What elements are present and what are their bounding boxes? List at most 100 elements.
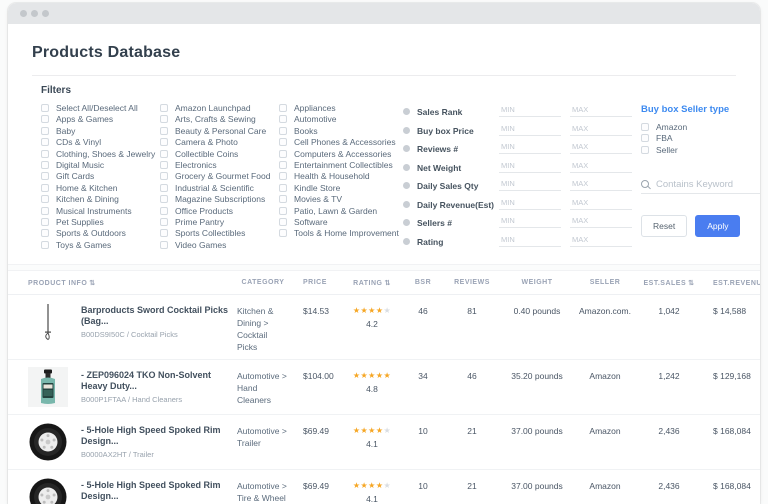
category-filter-item[interactable]: Grocery & Gourmet Food bbox=[160, 172, 279, 180]
info-icon[interactable] bbox=[403, 127, 410, 134]
category-filter-item[interactable]: Baby bbox=[41, 127, 160, 135]
keyword-input[interactable] bbox=[656, 179, 756, 190]
category-filter-item[interactable]: Software bbox=[279, 218, 403, 226]
checkbox[interactable] bbox=[641, 134, 649, 142]
category-filter-item[interactable]: Apps & Games bbox=[41, 115, 160, 123]
table-row[interactable]: - ZEP096024 TKO Non-Solvent Heavy Duty..… bbox=[8, 360, 760, 415]
max-input[interactable] bbox=[570, 142, 632, 154]
category-filter-item[interactable]: Amazon Launchpad bbox=[160, 104, 279, 112]
checkbox[interactable] bbox=[160, 172, 168, 180]
min-input[interactable] bbox=[499, 142, 561, 154]
checkbox[interactable] bbox=[41, 172, 49, 180]
info-icon[interactable] bbox=[403, 145, 410, 152]
max-input[interactable] bbox=[570, 161, 632, 173]
info-icon[interactable] bbox=[403, 219, 410, 226]
checkbox[interactable] bbox=[41, 184, 49, 192]
category-filter-item[interactable]: Arts, Crafts & Sewing bbox=[160, 115, 279, 123]
checkbox[interactable] bbox=[41, 195, 49, 203]
min-input[interactable] bbox=[499, 198, 561, 210]
checkbox[interactable] bbox=[279, 127, 287, 135]
checkbox[interactable] bbox=[41, 218, 49, 226]
info-icon[interactable] bbox=[403, 238, 410, 245]
category-filter-item[interactable]: Appliances bbox=[279, 104, 403, 112]
checkbox[interactable] bbox=[41, 138, 49, 146]
checkbox[interactable] bbox=[41, 207, 49, 215]
window-close-icon[interactable] bbox=[20, 10, 27, 17]
product-title[interactable]: - 5-Hole High Speed Spoked Rim Design... bbox=[81, 480, 233, 502]
product-title[interactable]: Barproducts Sword Cocktail Picks (Bag... bbox=[81, 305, 233, 327]
checkbox[interactable] bbox=[160, 218, 168, 226]
category-filter-item[interactable]: Sports & Outdoors bbox=[41, 229, 160, 237]
category-filter-item[interactable]: Clothing, Shoes & Jewelry bbox=[41, 150, 160, 158]
category-filter-item[interactable]: Patio, Lawn & Garden bbox=[279, 207, 403, 215]
seller-type-seller[interactable]: Seller bbox=[641, 146, 760, 154]
category-filter-item[interactable]: Video Games bbox=[160, 241, 279, 249]
checkbox[interactable] bbox=[41, 241, 49, 249]
category-filter-item[interactable]: Sports Collectibles bbox=[160, 229, 279, 237]
checkbox[interactable] bbox=[160, 127, 168, 135]
checkbox[interactable] bbox=[279, 195, 287, 203]
min-input[interactable] bbox=[499, 124, 561, 136]
checkbox[interactable] bbox=[279, 172, 287, 180]
checkbox[interactable] bbox=[641, 123, 649, 131]
checkbox[interactable] bbox=[41, 127, 49, 135]
checkbox[interactable] bbox=[160, 150, 168, 158]
checkbox[interactable] bbox=[160, 138, 168, 146]
product-title[interactable]: - 5-Hole High Speed Spoked Rim Design... bbox=[81, 425, 233, 447]
category-filter-item[interactable]: Kitchen & Dining bbox=[41, 195, 160, 203]
info-icon[interactable] bbox=[403, 182, 410, 189]
min-input[interactable] bbox=[499, 161, 561, 173]
reset-button[interactable]: Reset bbox=[641, 215, 687, 237]
category-filter-item[interactable]: Movies & TV bbox=[279, 195, 403, 203]
table-row[interactable]: Barproducts Sword Cocktail Picks (Bag...… bbox=[8, 295, 760, 360]
window-maximize-icon[interactable] bbox=[42, 10, 49, 17]
category-filter-item[interactable]: Health & Household bbox=[279, 172, 403, 180]
seller-type-fba[interactable]: FBA bbox=[641, 134, 760, 142]
sort-icon[interactable]: ⇅ bbox=[89, 280, 95, 287]
checkbox[interactable] bbox=[160, 115, 168, 123]
category-filter-item[interactable]: Kindle Store bbox=[279, 184, 403, 192]
category-filter-item[interactable]: Collectible Coins bbox=[160, 150, 279, 158]
header-est-sales[interactable]: EST.SALES⇅ bbox=[637, 279, 701, 287]
category-filter-item[interactable]: Select All/Deselect All bbox=[41, 104, 160, 112]
max-input[interactable] bbox=[570, 179, 632, 191]
checkbox[interactable] bbox=[279, 184, 287, 192]
info-icon[interactable] bbox=[403, 108, 410, 115]
sort-icon[interactable]: ⇅ bbox=[384, 280, 390, 287]
table-row[interactable]: - 5-Hole High Speed Spoked Rim Design...… bbox=[8, 415, 760, 470]
checkbox[interactable] bbox=[160, 229, 168, 237]
category-filter-item[interactable]: Books bbox=[279, 127, 403, 135]
table-row[interactable]: - 5-Hole High Speed Spoked Rim Design...… bbox=[8, 470, 760, 504]
checkbox[interactable] bbox=[160, 195, 168, 203]
category-filter-item[interactable]: Musical Instruments bbox=[41, 207, 160, 215]
max-input[interactable] bbox=[570, 198, 632, 210]
category-cell[interactable]: Kitchen & Dining > Cocktail Picks bbox=[233, 295, 293, 359]
checkbox[interactable] bbox=[279, 115, 287, 123]
apply-button[interactable]: Apply bbox=[695, 215, 740, 237]
checkbox[interactable] bbox=[41, 115, 49, 123]
category-cell[interactable]: Automotive > Tire & Wheel Assemblies bbox=[233, 470, 293, 504]
max-input[interactable] bbox=[570, 124, 632, 136]
keyword-search[interactable] bbox=[641, 179, 760, 194]
header-product-info[interactable]: PRODUCT INFO⇅ bbox=[8, 279, 233, 287]
category-cell[interactable]: Automotive > Hand Cleaners bbox=[233, 360, 293, 414]
category-filter-item[interactable]: Digital Music bbox=[41, 161, 160, 169]
max-input[interactable] bbox=[570, 235, 632, 247]
min-input[interactable] bbox=[499, 216, 561, 228]
category-filter-item[interactable]: Cell Phones & Accessories bbox=[279, 138, 403, 146]
checkbox[interactable] bbox=[279, 150, 287, 158]
header-est-revenue[interactable]: EST.REVENUE⇅ bbox=[701, 279, 760, 287]
category-filter-item[interactable]: Industrial & Scientific bbox=[160, 184, 279, 192]
checkbox[interactable] bbox=[641, 146, 649, 154]
category-filter-item[interactable]: Electronics bbox=[160, 161, 279, 169]
checkbox[interactable] bbox=[160, 161, 168, 169]
max-input[interactable] bbox=[570, 105, 632, 117]
category-filter-item[interactable]: Automotive bbox=[279, 115, 403, 123]
product-title[interactable]: - ZEP096024 TKO Non-Solvent Heavy Duty..… bbox=[81, 370, 233, 392]
window-minimize-icon[interactable] bbox=[31, 10, 38, 17]
seller-type-amazon[interactable]: Amazon bbox=[641, 123, 760, 131]
checkbox[interactable] bbox=[279, 161, 287, 169]
category-filter-item[interactable]: Computers & Accessories bbox=[279, 150, 403, 158]
info-icon[interactable] bbox=[403, 164, 410, 171]
max-input[interactable] bbox=[570, 216, 632, 228]
